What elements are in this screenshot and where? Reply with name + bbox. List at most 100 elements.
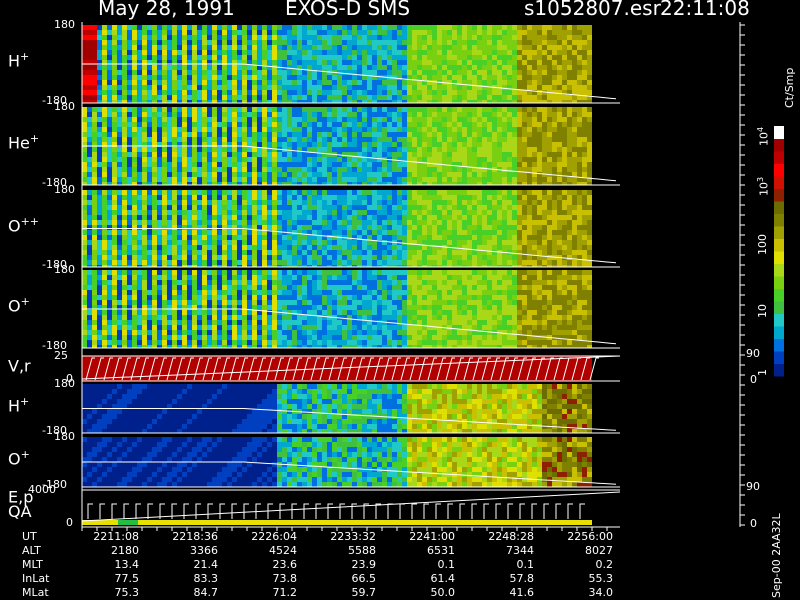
ephemeris-value: 41.6: [509, 586, 535, 599]
ephemeris-value: 59.7: [351, 586, 377, 599]
ephemeris-label: MLat: [22, 586, 49, 599]
colorbar-tick: 10: [756, 304, 769, 318]
energy-tick-mark: [135, 503, 141, 519]
ephemeris-value: 3366: [190, 544, 218, 557]
colorbar-cell: [774, 151, 784, 164]
energy-tick-mark: [219, 503, 225, 519]
colorbar-cell: [774, 338, 784, 352]
energy-tick-mark: [183, 503, 189, 519]
header-date: May 28, 1991: [98, 0, 235, 20]
panel-label: O+: [8, 295, 30, 316]
energy-tick-mark: [339, 503, 345, 519]
ephemeris-value: 4524: [269, 544, 297, 557]
right-tick-min: 0: [750, 517, 757, 530]
energy-tick-mark: [543, 503, 549, 519]
ephemeris-value: 73.8: [272, 572, 298, 585]
ephemeris-value: 8027: [585, 544, 613, 557]
ephemeris-value: 61.4: [430, 572, 456, 585]
ephemeris-value: 0.1: [516, 558, 535, 571]
energy-tick-mark: [459, 503, 465, 519]
colorbar-cell: [774, 163, 784, 177]
colorbar-cell: [774, 213, 784, 227]
ephemeris-row: MLat 75.3 84.7 71.2 59.7 50.0 41.6 34.0: [0, 586, 613, 600]
ephemeris-value: 34.0: [588, 586, 614, 599]
energy-tick-mark: [171, 503, 177, 519]
energy-tick-mark: [195, 503, 201, 519]
colorbar-tick: 100: [756, 234, 769, 255]
colorbar-cell: [774, 276, 784, 289]
ephemeris-value: 83.3: [193, 572, 219, 585]
header-mission: EXOS-D SMS: [285, 0, 411, 20]
side-id: Sep-00 2AA32L: [770, 513, 783, 598]
qa-band: [82, 520, 592, 525]
y-tick-max: 180: [54, 18, 75, 31]
ephemeris-value: 57.8: [509, 572, 535, 585]
energy-tick-mark: [99, 503, 105, 519]
ephemeris-value: 2218:36: [172, 530, 218, 543]
ephemeris-label: InLat: [22, 572, 50, 585]
colorbar-cell: [774, 126, 784, 139]
energy-tick-mark: [507, 503, 513, 519]
y-tick-max: 180: [54, 183, 75, 196]
energy-tick-mark: [411, 503, 417, 519]
panel-label: O+: [8, 448, 30, 469]
energy-trace: [81, 491, 621, 522]
energy-tick-mark: [567, 503, 573, 519]
right-tick-max: 90: [746, 347, 760, 360]
energy-tick-mark: [243, 503, 249, 519]
ephemeris-value: 77.5: [114, 572, 140, 585]
panel-label: V,r: [8, 355, 31, 375]
ephemeris-value: 0.2: [595, 558, 614, 571]
ephemeris-value: 2233:32: [330, 530, 376, 543]
energy-tick-mark: [483, 503, 489, 519]
energy-tick-mark: [279, 503, 285, 519]
ephemeris-value: 21.4: [193, 558, 219, 571]
energy-tick-mark: [123, 503, 129, 519]
header-file: s1052807.esr: [524, 0, 661, 20]
colorbar-cell: [774, 263, 784, 277]
colorbar-cell: [774, 188, 784, 202]
ephemeris-value: 2180: [111, 544, 139, 557]
energy-tick-mark: [555, 503, 561, 519]
energy-tick-mark: [231, 503, 237, 519]
panel-label: He+: [8, 132, 40, 153]
ephemeris-table: UT 2211:08 2218:36 2226:04 2233:32 2241:00 224…: [0, 530, 613, 600]
colorbar-cell: [774, 201, 784, 214]
ephemeris-value: 71.2: [272, 586, 298, 599]
energy-tick-mark: [471, 503, 477, 519]
panel-label: H+: [8, 50, 30, 71]
ephemeris-value: 2241:00: [409, 530, 455, 543]
ephemeris-value: 50.0: [430, 586, 456, 599]
colorbar-cell: [774, 351, 784, 364]
ephemeris-label: MLT: [22, 558, 43, 571]
ephemeris-value: 13.4: [114, 558, 140, 571]
colorbar-unit: Ct/Smp: [783, 67, 796, 108]
y-tick-min: 0: [66, 516, 73, 529]
energy-tick-mark: [399, 503, 405, 519]
spectrogram-plot: [81, 22, 784, 531]
ephemeris-value: 84.7: [193, 586, 219, 599]
energy-tick-mark: [423, 503, 429, 519]
y-tick-max: 180: [54, 263, 75, 276]
colorbar-cell: [774, 301, 784, 314]
ephemeris-row: MLT 13.4 21.4 23.6 23.9 0.1 0.1 0.2: [0, 558, 613, 572]
y-tick-max: 180: [54, 430, 75, 443]
colorbar-cell: [774, 363, 784, 377]
energy-tick-mark: [87, 503, 93, 519]
energy-tick-mark: [531, 503, 537, 519]
energy-tick-mark: [111, 503, 117, 519]
ephemeris-value: 2248:28: [488, 530, 534, 543]
ephemeris-value: 5588: [348, 544, 376, 557]
ephemeris-value: 0.1: [437, 558, 456, 571]
ephemeris-value: 23.9: [351, 558, 377, 571]
colorbar-tick: 103: [756, 176, 771, 196]
colorbar-cell: [774, 238, 784, 252]
energy-tick-mark: [327, 503, 333, 519]
colorbar-cell: [774, 226, 784, 239]
ephemeris-value: 23.6: [272, 558, 298, 571]
ephemeris-label: UT: [22, 530, 37, 543]
colorbar-cell: [774, 138, 784, 152]
colorbar-cell: [774, 251, 784, 264]
ephemeris-value: 2256:00: [567, 530, 613, 543]
energy-tick-mark: [435, 503, 441, 519]
